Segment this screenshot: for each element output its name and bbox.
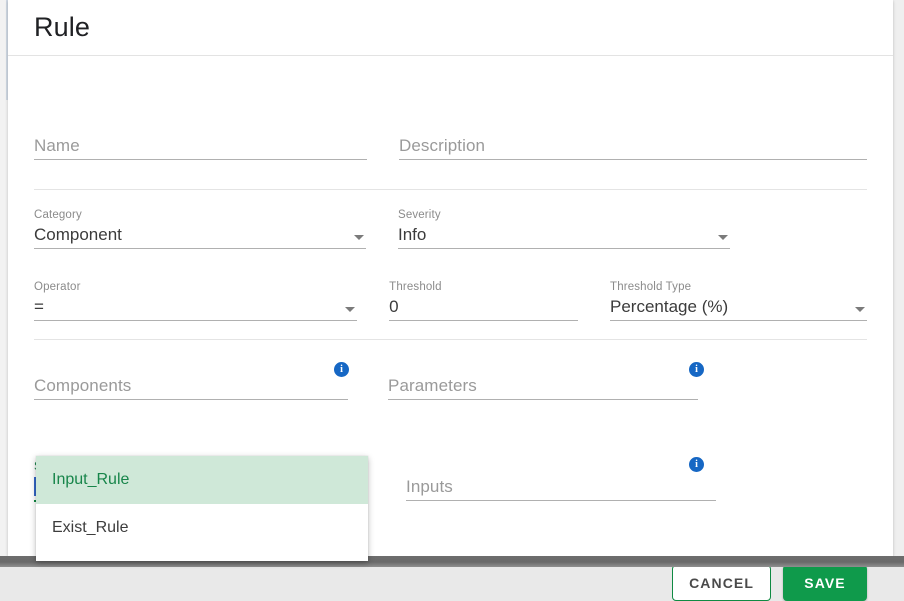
row-category-severity: Category Component Severity Info bbox=[34, 208, 867, 249]
info-icon-parameters[interactable]: i bbox=[689, 362, 704, 377]
threshold-label: Threshold bbox=[389, 280, 578, 295]
name-underline bbox=[34, 159, 367, 160]
threshold-type-underline bbox=[610, 320, 867, 321]
page-root: Rule Name Description bbox=[0, 0, 904, 567]
cancel-button[interactable]: CANCEL bbox=[672, 565, 771, 601]
category-underline bbox=[34, 248, 366, 249]
severity-value: Info bbox=[398, 223, 730, 248]
dialog-title-bar: Rule bbox=[8, 0, 893, 56]
dropdown-option-input-rule[interactable]: Input_Rule bbox=[36, 456, 368, 504]
chevron-down-icon[interactable] bbox=[718, 235, 728, 240]
inputs-underline bbox=[406, 500, 716, 501]
parameters-underline bbox=[388, 399, 698, 400]
page-title: Rule bbox=[34, 12, 90, 43]
threshold-value: 0 bbox=[389, 295, 578, 320]
divider-middle bbox=[34, 339, 867, 340]
row-name-description: Name Description bbox=[34, 134, 867, 160]
rule-type-dropdown-panel: Input_Rule Exist_Rule bbox=[36, 456, 368, 561]
name-placeholder: Name bbox=[34, 134, 367, 159]
description-placeholder: Description bbox=[399, 134, 867, 159]
inputs-placeholder: Inputs bbox=[406, 475, 716, 500]
operator-value: = bbox=[34, 295, 357, 320]
field-category[interactable]: Category Component bbox=[34, 208, 366, 249]
chevron-down-icon[interactable] bbox=[345, 307, 355, 312]
components-underline bbox=[34, 399, 348, 400]
row-operator-threshold: Operator = Threshold 0 Threshold Type Pe… bbox=[34, 280, 867, 321]
category-value: Component bbox=[34, 223, 366, 248]
description-underline bbox=[399, 159, 867, 160]
parameters-placeholder: Parameters bbox=[388, 374, 698, 399]
page-right-edge bbox=[893, 0, 904, 556]
field-threshold-type[interactable]: Threshold Type Percentage (%) bbox=[610, 280, 867, 321]
field-name[interactable]: Name bbox=[34, 134, 367, 160]
divider-top bbox=[34, 189, 867, 190]
field-parameters[interactable]: Parameters bbox=[388, 374, 698, 400]
chevron-down-icon[interactable] bbox=[354, 235, 364, 240]
save-button[interactable]: SAVE bbox=[783, 565, 867, 601]
chevron-down-icon[interactable] bbox=[855, 307, 865, 312]
category-label: Category bbox=[34, 208, 366, 223]
field-severity[interactable]: Severity Info bbox=[398, 208, 730, 249]
severity-underline bbox=[398, 248, 730, 249]
operator-label: Operator bbox=[34, 280, 357, 295]
operator-underline bbox=[34, 320, 357, 321]
field-description[interactable]: Description bbox=[399, 134, 867, 160]
dialog-actions: CANCEL SAVE bbox=[672, 565, 867, 601]
severity-label: Severity bbox=[398, 208, 730, 223]
dropdown-option-exist-rule[interactable]: Exist_Rule bbox=[36, 504, 368, 552]
field-inputs[interactable]: Inputs bbox=[406, 460, 716, 502]
field-components[interactable]: Components bbox=[34, 374, 348, 400]
info-icon-inputs[interactable]: i bbox=[689, 457, 704, 472]
threshold-underline bbox=[389, 320, 578, 321]
field-threshold[interactable]: Threshold 0 bbox=[389, 280, 578, 321]
threshold-type-value: Percentage (%) bbox=[610, 295, 867, 320]
field-operator[interactable]: Operator = bbox=[34, 280, 357, 321]
row-components-parameters: Components Parameters bbox=[34, 374, 867, 400]
info-icon-components[interactable]: i bbox=[334, 362, 349, 377]
threshold-type-label: Threshold Type bbox=[610, 280, 867, 295]
components-placeholder: Components bbox=[34, 374, 348, 399]
